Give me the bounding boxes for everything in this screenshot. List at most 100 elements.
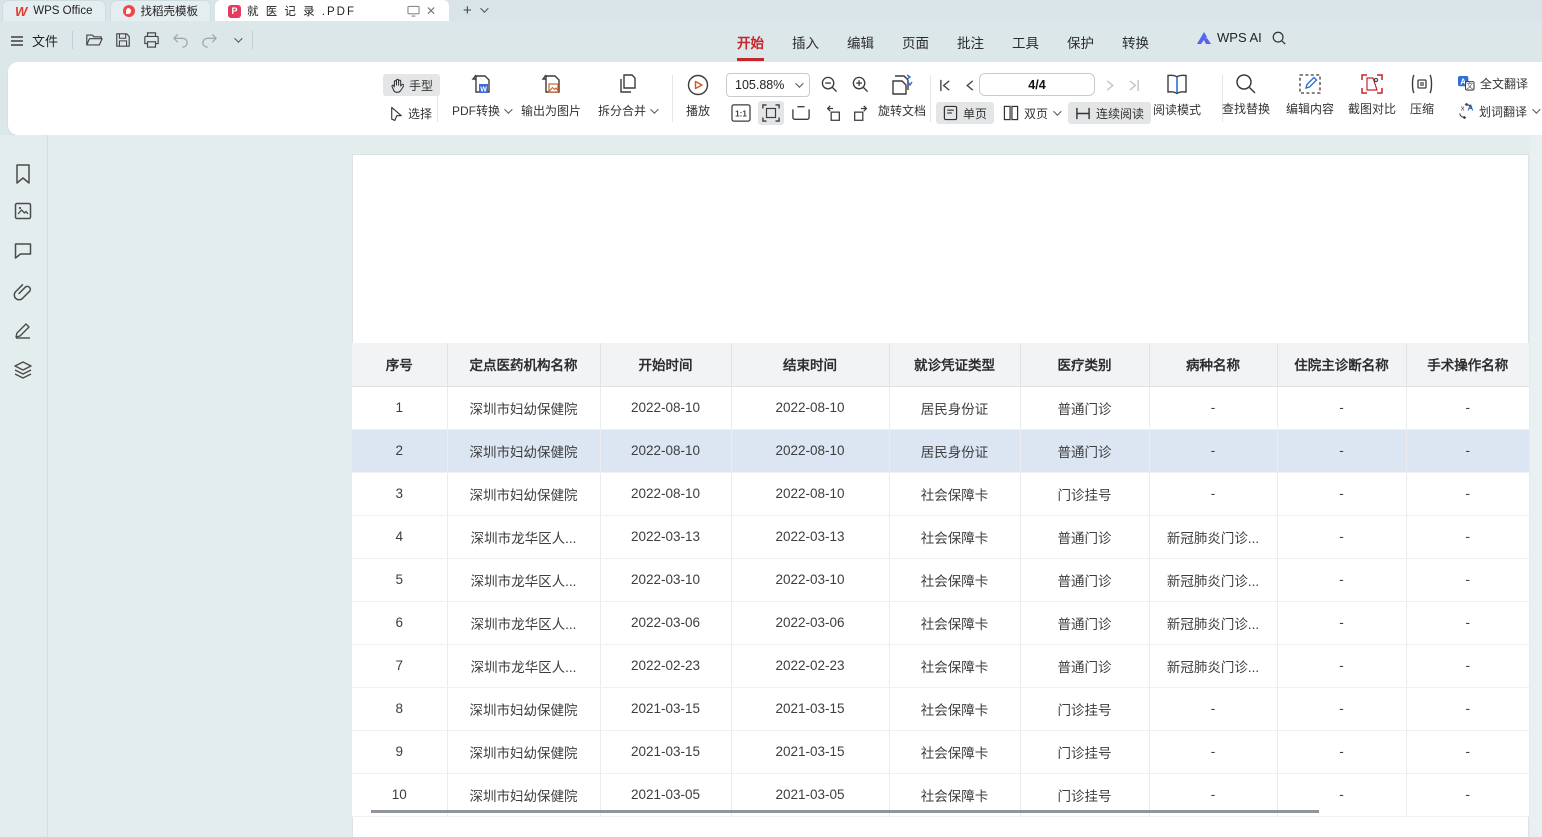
wps-ai-button[interactable]: WPS AI [1196,30,1262,45]
find-replace-button[interactable]: 查找替换 [1216,72,1276,117]
tab-docer-templates[interactable]: 找稻壳模板 [110,0,212,21]
menu-item[interactable]: 开始 [737,32,764,52]
column-header: 序号 [352,343,447,386]
tab-label: 就 医 记 录 .PDF [247,3,356,19]
split-merge-icon [614,72,640,98]
split-merge-button[interactable]: 拆分合并 [588,72,666,119]
zoom-level-select[interactable]: 105.88% [726,73,810,97]
first-page-button[interactable] [936,73,954,97]
chevron-down-icon [650,105,658,113]
menu-item[interactable]: 工具 [1012,32,1039,52]
table-cell: - [1277,601,1406,644]
undo-icon[interactable] [172,33,189,48]
print-icon[interactable] [143,32,160,48]
select-tool-button[interactable]: 选择 [383,102,439,124]
table-cell: - [1149,429,1277,472]
table-cell: - [1406,730,1529,773]
play-button[interactable]: 播放 [676,72,720,119]
word-translate-button[interactable]: xA 划词翻译 [1450,100,1542,122]
svg-text:文: 文 [1466,81,1473,90]
zoom-in-button[interactable] [851,75,870,94]
menu-item[interactable]: 插入 [792,32,819,52]
menu-bar: 文件 开始 插入 编辑 页面 批注 工具 保护 转换 WPS AI [0,21,1542,62]
fit-page-button[interactable] [788,101,814,125]
continuous-icon [1075,106,1091,121]
page-indicator-value: 4/4 [1028,78,1045,92]
read-mode-button[interactable]: 阅读模式 [1146,72,1208,118]
menu-item[interactable]: 页面 [902,32,929,52]
next-page-button[interactable] [1101,73,1119,97]
export-image-button[interactable]: 输出为图片 [516,72,586,119]
menu-item[interactable]: 转换 [1122,32,1149,52]
table-cell: - [1406,644,1529,687]
table-cell: 普通门诊 [1020,386,1149,429]
table-cell: 2022-08-10 [600,429,731,472]
rotate-left-button[interactable] [820,101,846,125]
table-cell: 普通门诊 [1020,558,1149,601]
medical-records-table: 序号定点医药机构名称开始时间结束时间就诊凭证类型医疗类别病种名称住院主诊断名称手… [352,343,1529,817]
table-cell: 普通门诊 [1020,429,1149,472]
last-page-button[interactable] [1124,73,1142,97]
tab-wps-office[interactable]: W WPS Office [2,0,106,21]
search-icon[interactable] [1271,30,1287,46]
table-cell: 6 [352,601,447,644]
screenshot-compare-button[interactable]: 截图对比 [1342,72,1402,117]
menu-item[interactable]: 编辑 [847,32,874,52]
table-cell: 2022-03-13 [600,515,731,558]
table-cell: 社会保障卡 [889,601,1020,644]
monitor-icon[interactable] [407,5,420,17]
double-page-label: 双页 [1024,105,1048,122]
file-menu-button[interactable]: 文件 [10,31,58,50]
add-tab-icon[interactable]: + [463,2,472,19]
edit-content-icon [1297,72,1323,96]
pdf-convert-button[interactable]: W PDF转换 [444,72,518,119]
edit-content-button[interactable]: 编辑内容 [1280,72,1340,117]
rotate-right-button[interactable] [848,101,874,125]
full-translate-button[interactable]: A文 全文翻译 [1450,72,1535,94]
fit-width-button[interactable] [758,101,784,125]
folder-open-icon[interactable] [85,32,103,48]
attachment-icon[interactable] [13,281,33,301]
table-cell: - [1406,558,1529,601]
single-page-button[interactable]: 单页 [936,102,994,124]
signature-icon[interactable] [13,320,33,340]
menu-item[interactable]: 批注 [957,32,984,52]
page-indicator-input[interactable]: 4/4 [979,73,1095,96]
comment-icon[interactable] [13,241,33,260]
zoom-level-value: 105.88% [735,78,784,92]
prev-page-button[interactable] [961,73,979,97]
save-icon[interactable] [115,32,131,48]
redo-icon[interactable] [201,33,218,48]
table-cell: 社会保障卡 [889,558,1020,601]
rotate-document-button[interactable]: 旋转文档 [872,72,932,119]
column-header: 手术操作名称 [1406,343,1529,386]
chevron-down-icon[interactable] [234,34,242,42]
layers-icon[interactable] [13,360,33,380]
continuous-read-button[interactable]: 连续阅读 [1068,102,1151,124]
table-cell: 2022-03-06 [600,601,731,644]
chevron-down-icon[interactable] [480,4,488,12]
table-row: 4深圳市龙华区人...2022-03-132022-03-13社会保障卡普通门诊… [352,515,1529,558]
bookmark-icon[interactable] [13,163,33,185]
zoom-out-button[interactable] [820,75,839,94]
menu-item[interactable]: 保护 [1067,32,1094,52]
hand-tool-button[interactable]: 手型 [383,74,440,96]
table-cell: - [1277,472,1406,515]
thumbnails-icon[interactable] [13,201,33,221]
chevron-down-icon [1053,107,1061,115]
compress-button[interactable]: 压缩 [1400,72,1444,117]
actual-size-button[interactable]: 1:1 [728,101,754,125]
vertical-scrollbar[interactable] [1530,135,1542,837]
rotate-right-icon [851,104,871,123]
table-cell: 普通门诊 [1020,515,1149,558]
double-page-button[interactable]: 双页 [996,102,1066,124]
rotate-left-icon [823,104,843,123]
table-cell: 社会保障卡 [889,515,1020,558]
tab-document-pdf[interactable]: P 就 医 记 录 .PDF ✕ [215,0,449,21]
table-cell: 社会保障卡 [889,730,1020,773]
close-icon[interactable]: ✕ [426,5,436,17]
table-cell: 普通门诊 [1020,601,1149,644]
table-cell: 3 [352,472,447,515]
single-page-icon [943,105,958,121]
pdf-page: 序号定点医药机构名称开始时间结束时间就诊凭证类型医疗类别病种名称住院主诊断名称手… [352,154,1529,837]
